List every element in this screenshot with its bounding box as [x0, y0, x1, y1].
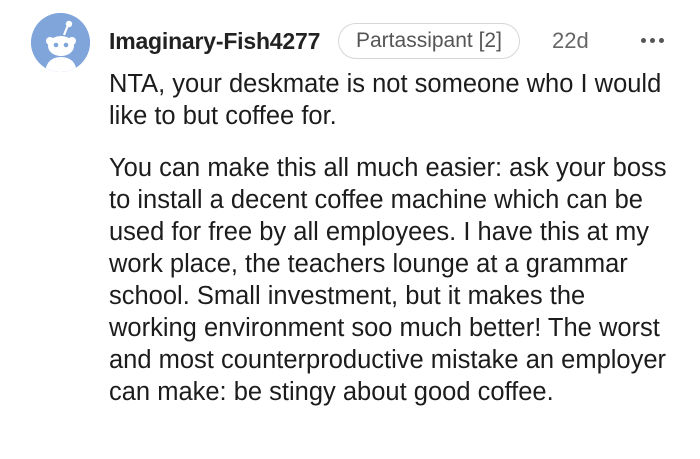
reddit-snoo-avatar-icon — [31, 13, 90, 72]
user-flair-badge: Partassipant [2] — [338, 23, 520, 59]
username[interactable]: Imaginary-Fish4277 — [109, 28, 320, 55]
comment-paragraph: NTA, your deskmate is not someone who I … — [109, 70, 662, 130]
more-dot — [649, 37, 655, 43]
comment-paragraph: You can make this all much easier: ask y… — [109, 154, 667, 406]
more-dot — [640, 37, 646, 43]
comment: Imaginary-Fish4277 Partassipant [2] 22d … — [0, 0, 700, 459]
avatar[interactable] — [31, 13, 90, 72]
more-options-icon[interactable] — [632, 30, 672, 50]
more-dot — [658, 37, 664, 43]
comment-timestamp: 22d — [552, 28, 589, 53]
